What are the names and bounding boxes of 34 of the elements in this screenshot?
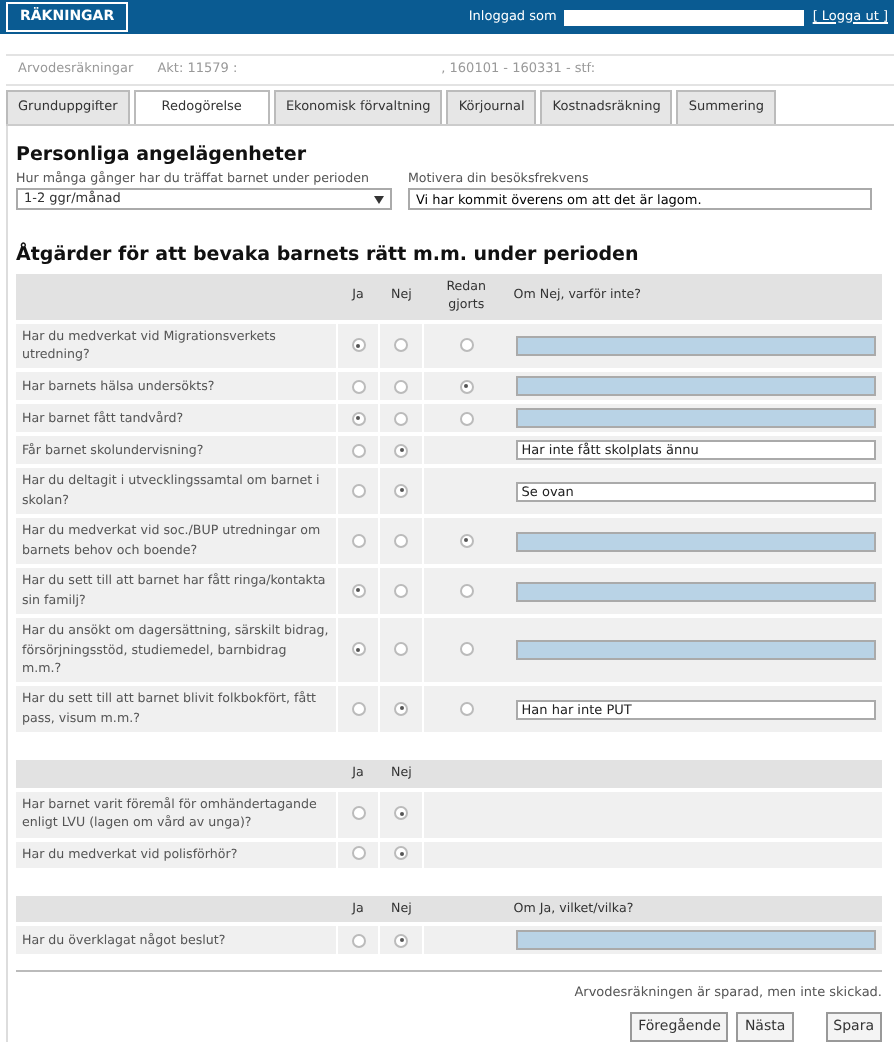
radio-button[interactable] [459,642,474,657]
radio-button[interactable] [394,379,409,393]
radio-button[interactable] [351,701,366,716]
radio-button[interactable] [351,483,366,498]
radio-button[interactable] [394,846,409,861]
radio-button[interactable] [394,583,409,598]
radio-button[interactable] [351,846,366,861]
radio-button[interactable] [394,443,409,457]
radio-button[interactable] [394,411,409,425]
radio-button[interactable] [394,533,409,548]
caret-icon [374,195,384,204]
radio-button[interactable] [394,642,409,657]
radio-button[interactable] [459,533,474,548]
radio-button[interactable] [351,583,366,598]
radio-button[interactable] [351,411,366,425]
radio-button[interactable] [459,701,474,716]
radio-button[interactable] [459,338,474,353]
section-heading: Åtgärder för att bevaka barnets rätt m.m. under perioden [16,242,641,271]
radio-button[interactable] [394,483,409,498]
radio-button[interactable] [394,806,409,821]
radio-button[interactable] [394,701,409,716]
radio-button[interactable] [459,411,474,425]
radio-button[interactable] [351,533,366,548]
radio-button[interactable] [459,583,474,598]
radio-button[interactable] [459,379,474,393]
radio-button[interactable] [394,933,409,947]
radio-button[interactable] [394,338,409,353]
radio-button[interactable] [351,642,366,657]
radio-button[interactable] [351,379,366,393]
radio-button[interactable] [351,443,366,457]
radio-button[interactable] [351,806,366,821]
radio-button[interactable] [351,933,366,947]
radio-button[interactable] [351,338,366,353]
section-heading: Personliga angelägenheter [16,141,309,170]
